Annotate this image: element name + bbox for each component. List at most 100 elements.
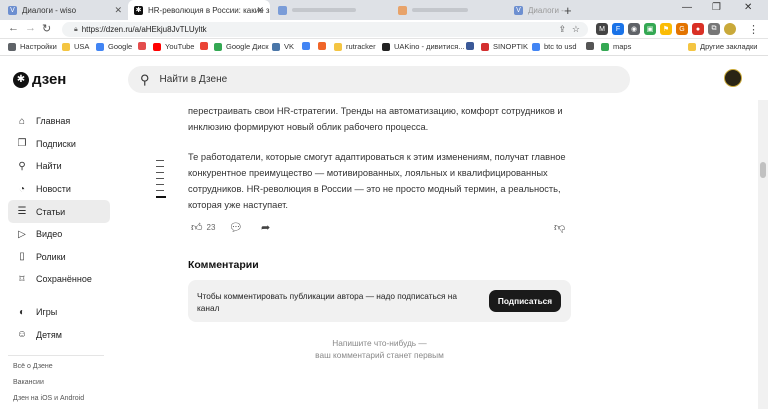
puzzle-icon[interactable]: ⧉ (708, 23, 720, 35)
share-icon[interactable]: ⇪ (558, 24, 566, 35)
bookmark-item[interactable] (302, 42, 314, 50)
bookmark-icon: ⌑ (19, 273, 25, 285)
browser-tab[interactable] (392, 0, 508, 20)
bookmark-item[interactable] (586, 42, 598, 50)
subscribe-notice: Чтобы комментировать публикации автора —… (188, 280, 571, 322)
like-button[interactable]: 👍︎ 23 (191, 221, 215, 234)
youtube-icon (153, 42, 161, 51)
bookmarks-bar: Настройки USA Google YouTube Google Диск… (0, 39, 768, 56)
new-tab-button[interactable]: + (564, 3, 572, 18)
sidebar-item-saved[interactable]: ⌑ Сохранённое (8, 268, 110, 291)
forward-icon[interactable]: → (25, 22, 36, 34)
bookmark-favicon (481, 42, 489, 51)
lock-icon: 🔒︎ (74, 25, 78, 33)
google-icon (532, 42, 540, 51)
extension-icon[interactable]: ▣ (644, 23, 656, 35)
extension-icon[interactable]: ● (692, 23, 704, 35)
dzen-logo-icon: ✱ (13, 71, 29, 88)
extension-icon[interactable]: M (596, 23, 608, 35)
dislike-button[interactable]: 👎︎ (554, 221, 565, 234)
article-actions: 👍︎ 23 💬︎ ➦ 👎︎ (188, 221, 572, 237)
bookmark-item[interactable]: YouTube (153, 42, 194, 51)
bookmark-item[interactable]: Google Диск (214, 42, 269, 51)
bookmark-item[interactable] (200, 42, 212, 50)
back-icon[interactable]: ← (8, 22, 19, 34)
menu-icon[interactable]: ⋮ (748, 23, 759, 36)
bookmark-item[interactable]: VK (272, 42, 294, 51)
window-close-icon[interactable]: ✕ (744, 2, 752, 13)
avatar[interactable] (724, 69, 742, 87)
sidebar-item-shorts[interactable]: ▯ Ролики (8, 246, 110, 269)
bookmark-item[interactable]: btc to usd (532, 42, 577, 51)
bookmark-item[interactable] (318, 42, 330, 50)
other-bookmarks[interactable]: Другие закладки (688, 42, 757, 51)
extension-icon[interactable]: ◉ (628, 23, 640, 35)
dzen-logo[interactable]: ✱ дзен (13, 71, 66, 88)
footer-link-jobs[interactable]: Вакансии (13, 379, 44, 386)
footer-link-apps[interactable]: Дзен на iOS и Android (13, 395, 84, 402)
minimize-icon[interactable]: — (682, 2, 692, 13)
articles-icon: ☰ (17, 206, 27, 218)
sidebar-item-video[interactable]: ▷ Видео (8, 223, 110, 246)
search-input[interactable]: ⚲ Найти в Дзене (128, 66, 630, 93)
sidebar-item-search[interactable]: ⚲ Найти (8, 155, 110, 178)
bookmark-item[interactable]: rutracker (334, 42, 376, 51)
subscribe-button[interactable]: Подписаться (489, 290, 561, 312)
sidebar-item-games[interactable]: ◐ Игры (8, 301, 110, 324)
bookmark-item[interactable]: Google (96, 42, 132, 51)
restore-icon[interactable]: ❐ (712, 2, 721, 13)
sidebar-item-subscriptions[interactable]: ❐ Подписки (8, 133, 110, 156)
close-icon[interactable]: ✕ (114, 5, 122, 16)
footer-link-about[interactable]: Всё о Дзене (13, 363, 53, 370)
bookmark-item[interactable] (138, 42, 150, 50)
bookmark-item[interactable]: USA (62, 42, 89, 51)
games-icon: ◐ (18, 306, 26, 318)
browser-tab[interactable]: V Диалоги - wiso (508, 0, 564, 20)
extension-icon[interactable]: ⚑ (660, 23, 672, 35)
site-header: ✱ дзен ⚲ Найти в Дзене (0, 57, 768, 100)
browser-tab[interactable] (272, 0, 390, 20)
sidebar-item-kids[interactable]: ☺ Детям (8, 323, 110, 346)
gmail-icon (200, 42, 208, 50)
table-of-contents[interactable] (156, 160, 166, 203)
divider (8, 355, 104, 356)
browser-tab-active[interactable]: ✱ HR-революция в России: какие з ✕ (128, 0, 270, 20)
subscribe-notice-text: Чтобы комментировать публикации автора —… (197, 291, 457, 313)
tab-favicon (398, 5, 407, 15)
vk-icon (272, 42, 280, 51)
close-icon[interactable]: ✕ (256, 5, 264, 16)
maps-icon (601, 42, 609, 51)
star-icon[interactable]: ☆ (572, 24, 580, 35)
bookmark-item[interactable]: maps (601, 42, 631, 51)
reload-icon[interactable]: ↻ (42, 22, 51, 35)
sidebar-item-home[interactable]: ⌂ Главная (8, 110, 110, 133)
bookmark-item[interactable] (466, 42, 478, 50)
bookmark-favicon (466, 42, 474, 50)
extension-icon[interactable]: F (612, 23, 624, 35)
scrollbar-thumb[interactable] (760, 162, 766, 178)
bookmark-item[interactable]: UAKino - дивитися... (382, 42, 465, 51)
share-button[interactable]: ➦ (261, 221, 270, 234)
home-icon: ⌂ (18, 115, 26, 127)
article-paragraph: перестраивать свои HR-стратегии. Тренды … (188, 106, 563, 132)
url-field[interactable]: 🔒︎ https://dzen.ru/a/aHEkju8JvTLUyltk ⇪ … (62, 22, 588, 37)
extension-icon[interactable]: G (676, 23, 688, 35)
bookmark-item[interactable]: SINOPTIK (481, 42, 528, 51)
news-icon: ◔ (18, 183, 26, 195)
sidebar-item-articles[interactable]: ☰ Статьи (8, 200, 110, 223)
subscriptions-icon: ❐ (17, 138, 27, 150)
profile-avatar[interactable] (724, 23, 736, 35)
bookmark-favicon (138, 42, 146, 50)
bookmark-item[interactable]: Настройки (8, 42, 57, 51)
kids-icon: ☺ (16, 329, 28, 341)
shorts-icon: ▯ (19, 251, 25, 263)
tab-title-blurred (292, 8, 356, 12)
comment-button[interactable]: 💬︎ (229, 221, 243, 234)
sidebar-item-news[interactable]: ◔ Новости (8, 178, 110, 201)
scrollbar[interactable] (758, 100, 768, 409)
address-bar-row: ← → ↻ 🔒︎ https://dzen.ru/a/aHEkju8JvTLUy… (0, 20, 768, 39)
tab-favicon: V (514, 5, 523, 15)
bookmark-favicon (586, 42, 594, 50)
browser-tab[interactable]: V Диалоги - wiso ✕ (2, 0, 128, 20)
tab-favicon (278, 5, 287, 15)
